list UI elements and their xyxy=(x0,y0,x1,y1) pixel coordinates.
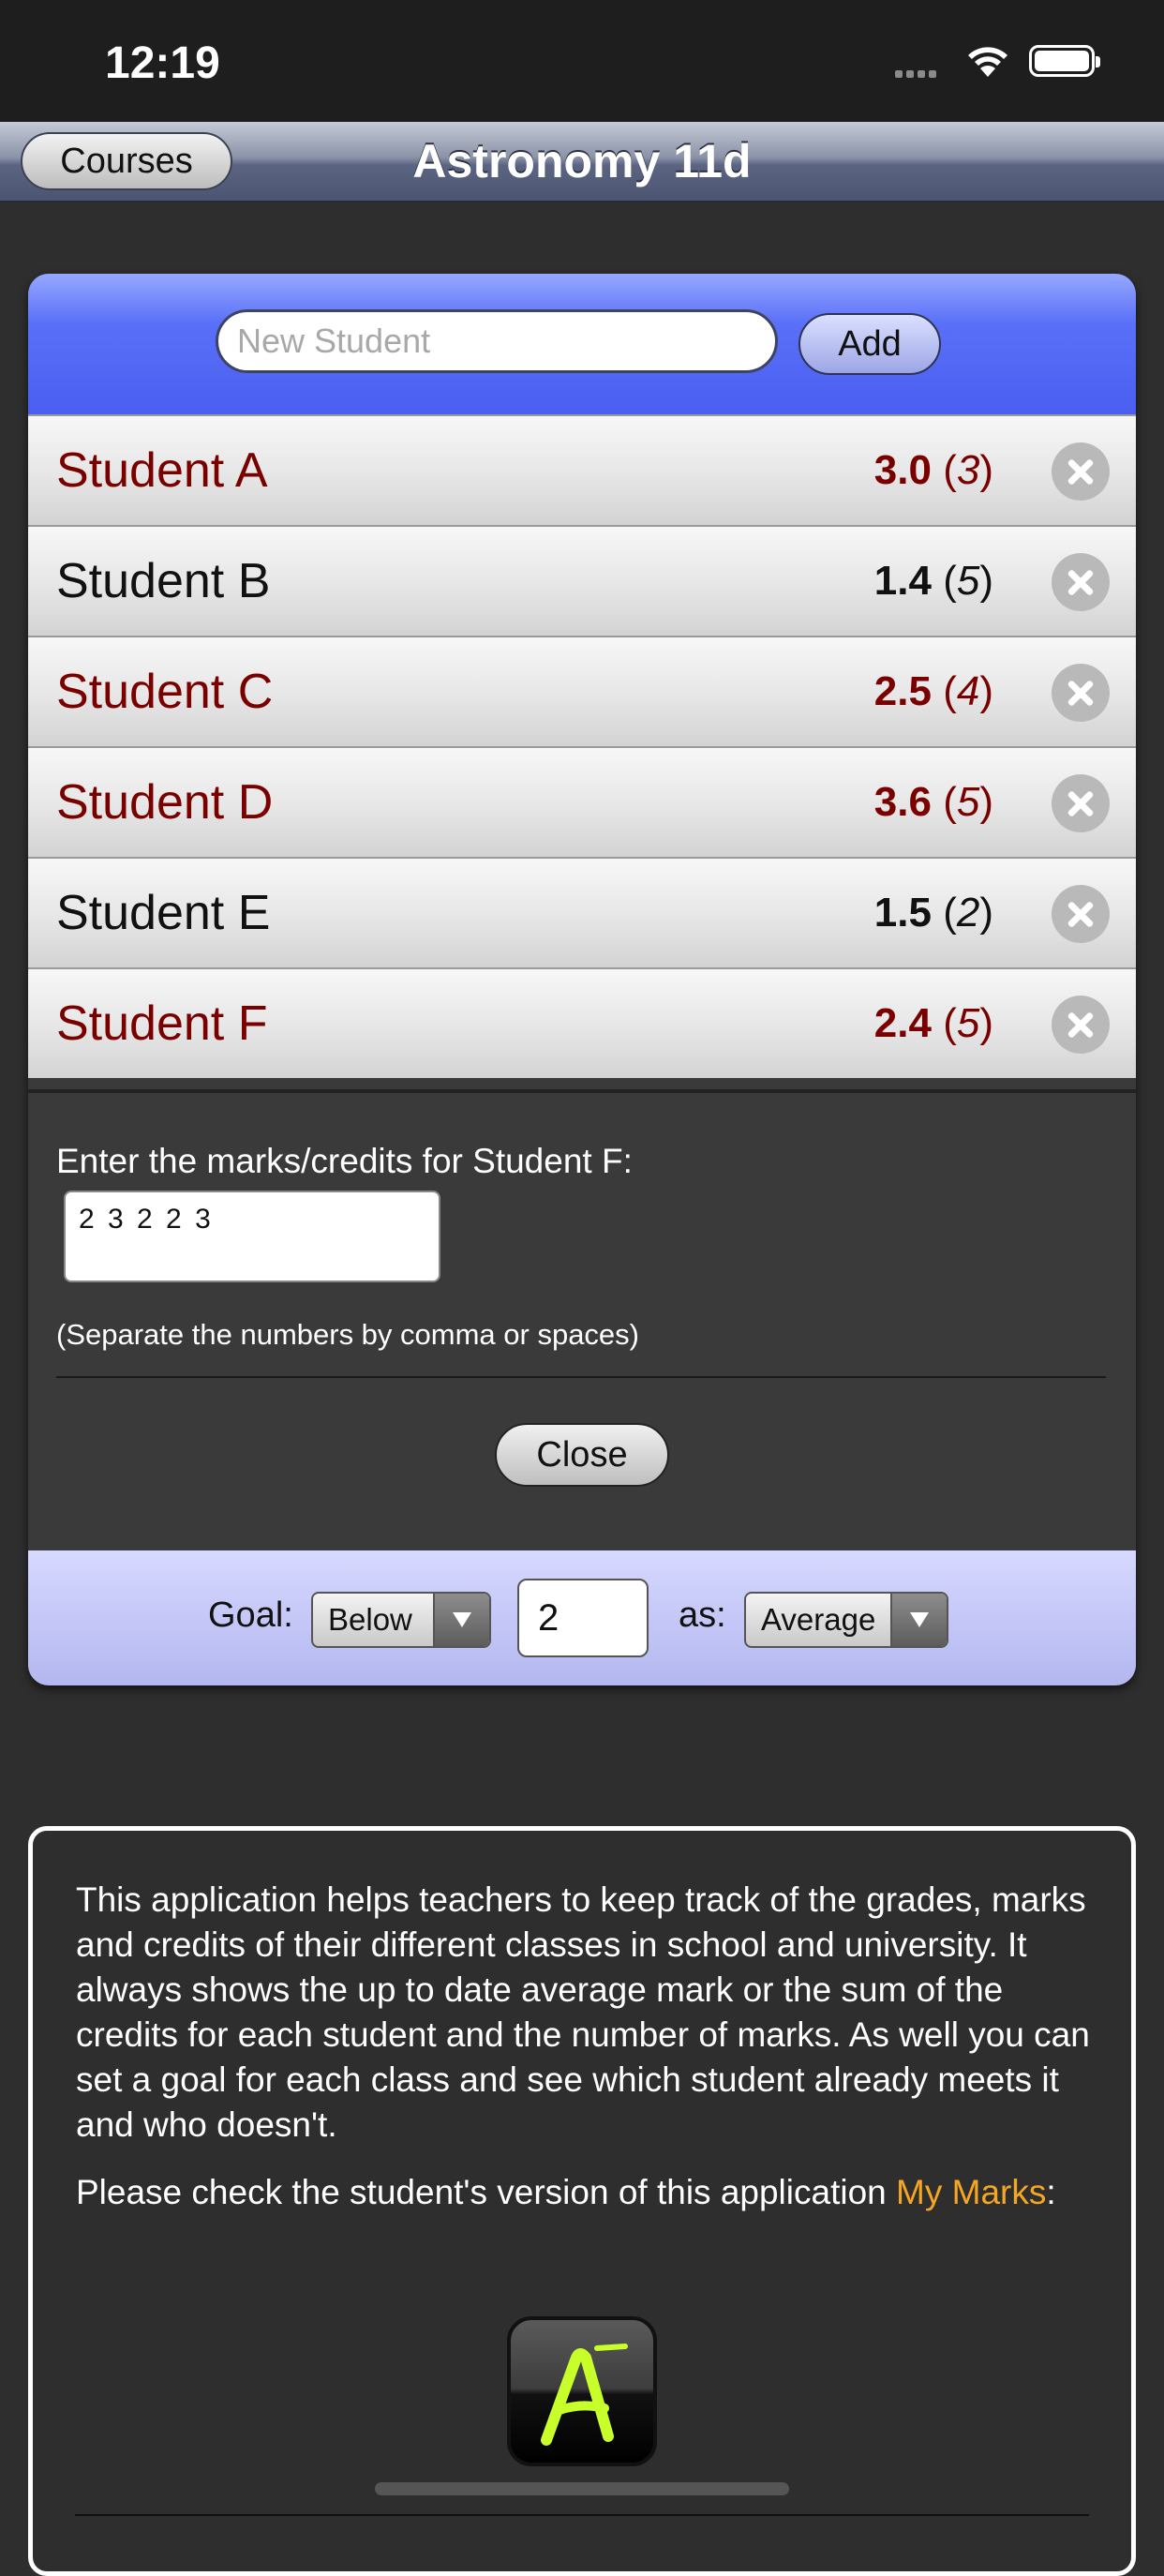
goal-bar: Goal: Below 2 as: Average xyxy=(28,1550,1136,1685)
cellular-signal-icon xyxy=(895,66,940,82)
student-average: 1.4 xyxy=(873,558,932,604)
chevron-down-icon xyxy=(433,1594,489,1646)
info-box: This application helps teachers to keep … xyxy=(28,1826,1136,2576)
student-average: 3.0 xyxy=(873,447,932,493)
student-mark-count: 5 xyxy=(956,558,980,604)
student-grade: 2.5 (4) xyxy=(873,668,993,714)
student-mark-count: 5 xyxy=(956,779,980,825)
student-average: 2.5 xyxy=(873,668,932,714)
student-name: Student B xyxy=(56,554,271,608)
my-marks-app-icon[interactable] xyxy=(507,2316,657,2466)
student-name: Student C xyxy=(56,665,274,719)
status-bar: 12:19 xyxy=(0,0,1164,122)
info-promo-suffix: : xyxy=(1046,2173,1056,2211)
marks-input[interactable]: 2 3 2 2 3 xyxy=(64,1191,440,1282)
goal-label: Goal: xyxy=(208,1595,293,1635)
student-mark-count: 2 xyxy=(956,890,980,936)
course-panel: Add Student A 3.0 (3) Student B 1.4 (5) … xyxy=(28,274,1136,1685)
goal-direction-select[interactable]: Below xyxy=(311,1592,491,1648)
delete-student-icon[interactable] xyxy=(1052,553,1110,611)
student-mark-count: 4 xyxy=(956,668,980,714)
delete-student-icon[interactable] xyxy=(1052,442,1110,501)
delete-student-icon[interactable] xyxy=(1052,996,1110,1054)
student-row[interactable]: Student F 2.4 (5) xyxy=(28,967,1136,1078)
chevron-down-icon xyxy=(890,1594,947,1646)
delete-student-icon[interactable] xyxy=(1052,885,1110,943)
student-mark-count: 5 xyxy=(956,1000,980,1046)
home-indicator xyxy=(375,2482,789,2495)
student-name: Student E xyxy=(56,886,271,940)
student-average: 2.4 xyxy=(873,1000,932,1046)
student-average: 1.5 xyxy=(873,890,932,936)
info-promo: Please check the student's version of th… xyxy=(76,2170,1097,2215)
student-name: Student A xyxy=(56,443,268,498)
letter-a-minus-icon xyxy=(541,2344,628,2446)
marks-hint: (Separate the numbers by comma or spaces… xyxy=(56,1318,639,1351)
student-list: Student A 3.0 (3) Student B 1.4 (5) Stud… xyxy=(28,414,1136,1078)
student-row[interactable]: Student C 2.5 (4) xyxy=(28,636,1136,746)
student-mark-count: 3 xyxy=(956,447,980,493)
goal-as-label: as: xyxy=(679,1595,726,1635)
info-description: This application helps teachers to keep … xyxy=(76,1880,1090,2144)
close-button[interactable]: Close xyxy=(495,1423,669,1487)
info-promo-text: Please check the student's version of th… xyxy=(76,2173,897,2211)
delete-student-icon[interactable] xyxy=(1052,664,1110,722)
goal-mode-select[interactable]: Average xyxy=(744,1592,948,1648)
student-row[interactable]: Student A 3.0 (3) xyxy=(28,414,1136,525)
student-grade: 3.6 (5) xyxy=(873,779,993,825)
marks-editor-label: Enter the marks/credits for Student F: xyxy=(56,1142,633,1180)
student-row[interactable]: Student B 1.4 (5) xyxy=(28,525,1136,636)
goal-mode-value: Average xyxy=(761,1602,876,1637)
status-time: 12:19 xyxy=(105,38,220,88)
student-average: 3.6 xyxy=(873,779,932,825)
page-title: Astronomy 11d xyxy=(412,135,752,187)
student-grade: 1.5 (2) xyxy=(873,890,993,936)
student-grade: 2.4 (5) xyxy=(873,1000,993,1046)
student-row[interactable]: Student D 3.6 (5) xyxy=(28,746,1136,857)
battery-icon xyxy=(1029,45,1100,77)
add-student-header: Add xyxy=(28,274,1136,414)
add-student-button[interactable]: Add xyxy=(798,313,941,375)
wifi-icon xyxy=(968,47,1007,77)
my-marks-link[interactable]: My Marks xyxy=(896,2173,1046,2211)
goal-direction-value: Below xyxy=(328,1602,412,1637)
delete-student-icon[interactable] xyxy=(1052,774,1110,832)
student-row[interactable]: Student E 1.5 (2) xyxy=(28,857,1136,967)
student-grade: 1.4 (5) xyxy=(873,558,993,604)
goal-value-input[interactable]: 2 xyxy=(517,1579,649,1657)
divider xyxy=(56,1376,1106,1378)
new-student-input[interactable] xyxy=(216,309,778,373)
navigation-bar: Courses Astronomy 11d xyxy=(0,122,1164,202)
student-name: Student F xyxy=(56,996,268,1051)
marks-editor: Enter the marks/credits for Student F: 2… xyxy=(28,1089,1136,1539)
student-grade: 3.0 (3) xyxy=(873,447,993,493)
divider xyxy=(75,2514,1089,2516)
student-name: Student D xyxy=(56,775,274,830)
